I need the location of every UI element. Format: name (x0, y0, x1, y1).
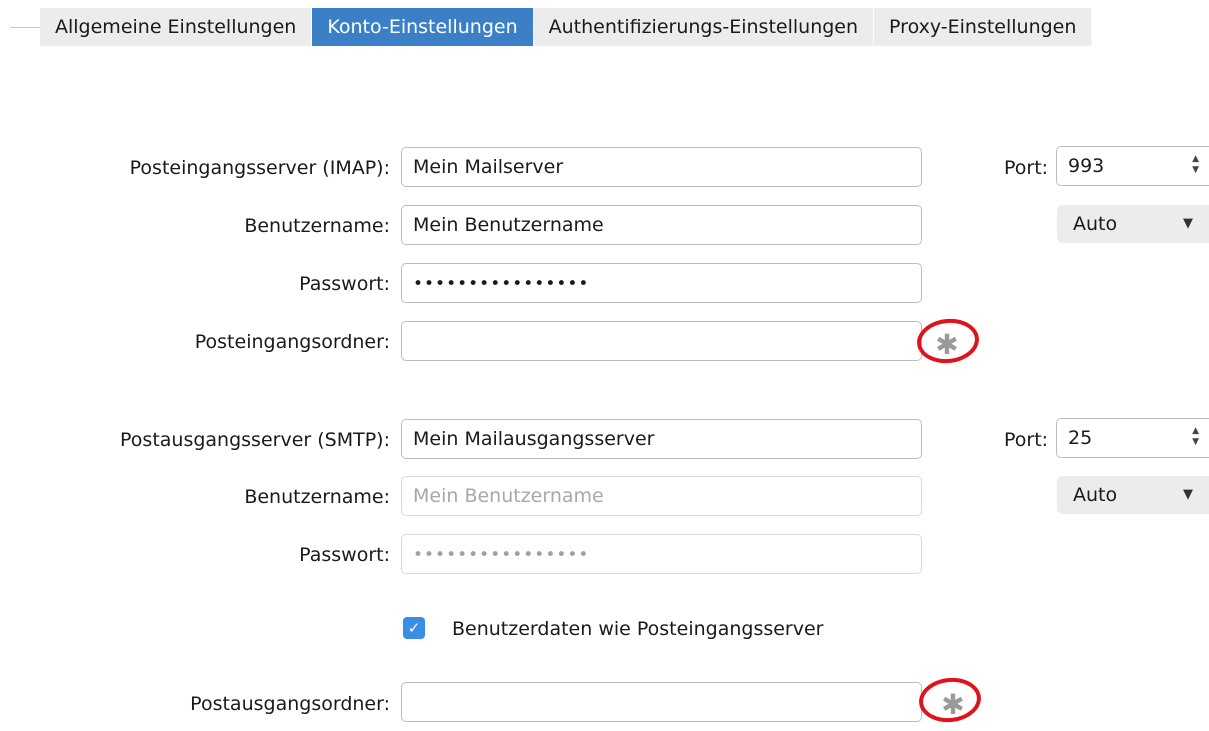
red-circle-annotation (914, 315, 982, 367)
outgoing-security-select[interactable]: Auto ▼ (1057, 476, 1209, 514)
outgoing-password-value: •••••••••••••••• (413, 545, 590, 565)
outgoing-password-label: Passwort: (299, 544, 390, 566)
incoming-port-label: Port: (1004, 157, 1049, 179)
outgoing-folder-input[interactable] (401, 682, 922, 722)
incoming-server-input[interactable]: Mein Mailserver (401, 147, 922, 187)
outgoing-password-input[interactable]: •••••••••••••••• (401, 534, 922, 574)
outgoing-username-label: Benutzername: (244, 486, 390, 508)
chevron-down-icon: ▼ (1183, 487, 1193, 502)
outgoing-security-value: Auto (1073, 484, 1118, 506)
incoming-username-label: Benutzername: (244, 215, 390, 237)
outgoing-server-input[interactable]: Mein Mailausgangsserver (401, 419, 922, 459)
incoming-password-value: •••••••••••••••• (413, 274, 590, 294)
red-circle-annotation (916, 674, 984, 726)
outgoing-server-label: Postausgangsserver (SMTP): (120, 429, 390, 451)
tab-proxy-settings[interactable]: Proxy-Einstellungen (874, 8, 1093, 46)
tab-authentication-settings[interactable]: Authentifizierungs-Einstellungen (533, 8, 875, 46)
incoming-port-value: 993 (1068, 155, 1105, 177)
outgoing-username-input[interactable]: Mein Benutzername (401, 476, 922, 516)
outgoing-port-spinner[interactable]: 25 ▲ ▼ (1056, 418, 1209, 458)
incoming-server-label: Posteingangsserver (IMAP): (129, 157, 390, 179)
outgoing-folder-label: Postausgangsordner: (190, 693, 390, 715)
outgoing-port-label: Port: (1004, 429, 1049, 451)
tab-general-settings[interactable]: Allgemeine Einstellungen (40, 8, 313, 46)
same-credentials-label[interactable]: Benutzerdaten wie Posteingangsserver (452, 617, 823, 641)
incoming-folder-input[interactable] (401, 321, 922, 361)
incoming-password-label: Passwort: (299, 273, 390, 295)
up-down-arrows-icon[interactable]: ▲ ▼ (1192, 154, 1199, 176)
checkmark-icon: ✓ (407, 619, 421, 637)
chevron-down-icon: ▼ (1183, 216, 1193, 231)
incoming-password-input[interactable]: •••••••••••••••• (401, 263, 922, 303)
tab-bar: Allgemeine Einstellungen Konto-Einstellu… (40, 8, 1093, 46)
tab-account-settings[interactable]: Konto-Einstellungen (312, 8, 534, 46)
up-down-arrows-icon[interactable]: ▲ ▼ (1192, 426, 1199, 448)
incoming-username-input[interactable]: Mein Benutzername (401, 205, 922, 245)
incoming-security-select[interactable]: Auto ▼ (1057, 205, 1209, 243)
same-credentials-checkbox[interactable]: ✓ (403, 617, 425, 639)
incoming-security-value: Auto (1073, 213, 1118, 235)
outgoing-port-value: 25 (1068, 427, 1093, 449)
incoming-folder-label: Posteingangsordner: (194, 331, 390, 353)
incoming-port-spinner[interactable]: 993 ▲ ▼ (1056, 146, 1209, 186)
tabbar-divider (10, 27, 40, 28)
